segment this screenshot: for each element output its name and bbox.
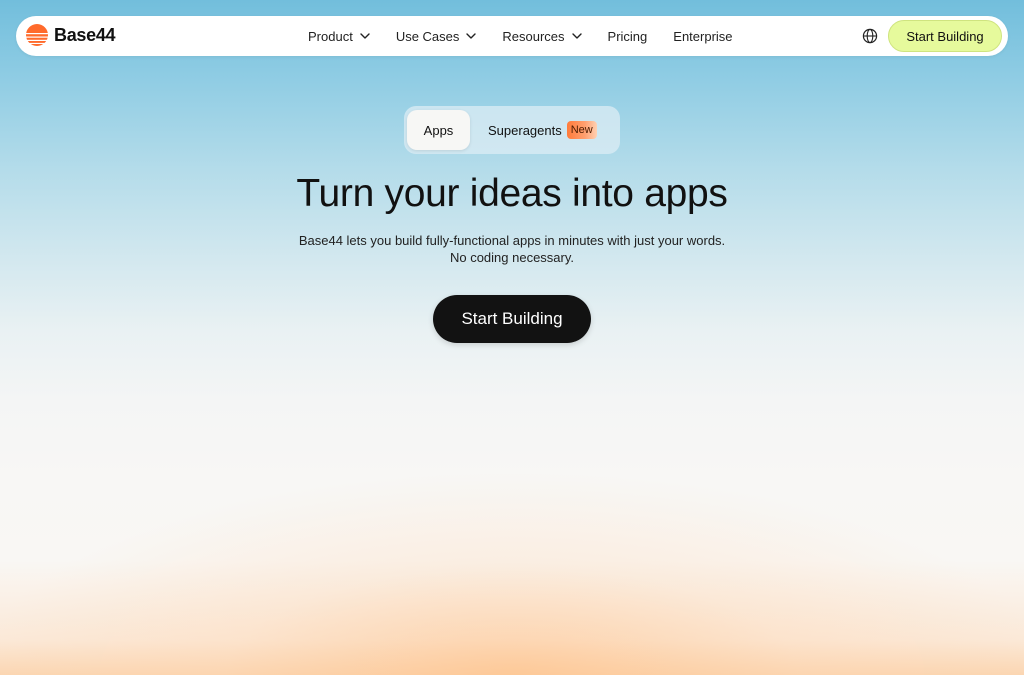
toggle-superagents-label: Superagents	[488, 122, 562, 138]
logo-text: Base44	[54, 24, 116, 45]
nav-item-label: Resources	[502, 28, 565, 44]
nav-start-building-button[interactable]: Start Building	[888, 20, 1002, 52]
nav-item-product[interactable]: Product	[308, 29, 370, 44]
nav-item-use-cases[interactable]: Use Cases	[396, 29, 477, 44]
nav-item-label: Pricing	[607, 28, 648, 44]
sunset-stripes-icon	[26, 24, 48, 46]
new-badge: New	[566, 121, 597, 139]
nav-item-label: Product	[308, 28, 353, 44]
globe-icon[interactable]	[862, 28, 878, 44]
nav-item-resources[interactable]: Resources	[502, 28, 582, 44]
top-navbar: Base44 Product Use Cases Resources Prici…	[16, 16, 1008, 56]
mode-toggle: Apps Superagents New	[404, 106, 620, 154]
hero-subtitle-line-2: No coding necessary.	[449, 250, 575, 265]
toggle-apps-tab[interactable]: Apps	[407, 110, 470, 150]
hero-subtitle-line-1: Base44 lets you build fully-functional a…	[298, 233, 726, 248]
hero-start-building-button[interactable]: Start Building	[433, 295, 591, 343]
nav-item-label: Use Cases	[395, 28, 460, 44]
nav-item-enterprise[interactable]: Enterprise	[673, 29, 732, 44]
hero-title: Turn your ideas into apps	[296, 172, 728, 215]
main-nav: Product Use Cases Resources Pricing Ente…	[308, 16, 759, 56]
nav-item-label: Enterprise	[673, 28, 733, 44]
logo-link[interactable]: Base44	[26, 24, 116, 46]
hero-subtitle: Base44 lets you build fully-functional a…	[0, 232, 1024, 266]
toggle-superagents-tab[interactable]: Superagents New	[488, 110, 597, 150]
nav-item-pricing[interactable]: Pricing	[608, 29, 648, 44]
chevron-down-icon	[571, 33, 582, 39]
chevron-down-icon	[360, 33, 370, 39]
chevron-down-icon	[466, 33, 477, 39]
